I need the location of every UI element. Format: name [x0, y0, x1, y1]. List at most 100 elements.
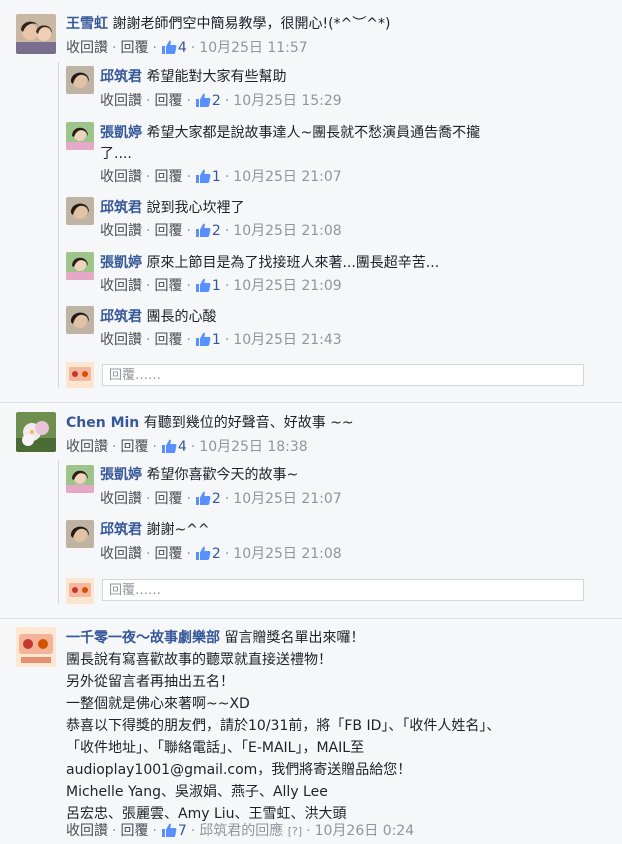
thumbs-up-icon[interactable]	[195, 277, 211, 293]
reply-author[interactable]: 張凱婷	[100, 125, 142, 141]
thumbs-up-icon[interactable]	[195, 545, 211, 561]
reply-link[interactable]: 回覆	[154, 546, 182, 562]
thumbs-up-icon[interactable]	[195, 331, 211, 347]
thumbs-up-icon[interactable]	[195, 222, 211, 238]
reply-body: 張凱婷 希望大家都是說故事達人~團長就不愁演員通告喬不攏	[100, 124, 480, 142]
timestamp[interactable]: 10月25日 11:57	[199, 40, 307, 56]
unlike-link[interactable]: 收回讚	[66, 40, 108, 56]
timestamp[interactable]: 10月25日 21:08	[233, 223, 341, 239]
unlike-link[interactable]: 收回讚	[100, 332, 142, 348]
like-count[interactable]: 7	[178, 823, 187, 839]
timestamp[interactable]: 10月25日 21:43	[233, 332, 341, 348]
avatar-chen-min[interactable]	[16, 412, 56, 452]
avatar-qiu-zhujun[interactable]	[66, 197, 94, 225]
comment-text-line: 一整個就是佛心來著啊~~XD	[66, 696, 250, 712]
reply-text-continued: 了....	[100, 146, 132, 162]
avatar-qiu-zhujun[interactable]	[66, 306, 94, 334]
unlike-link[interactable]: 收回讚	[100, 93, 142, 109]
reply-link[interactable]: 回覆	[120, 40, 148, 56]
timestamp[interactable]: 10月26日 0:24	[315, 823, 415, 839]
like-count[interactable]: 2	[212, 223, 221, 239]
reply-link[interactable]: 回覆	[154, 223, 182, 239]
reply-body: 邱筑君 希望能對大家有些幫助	[100, 68, 286, 86]
like-count[interactable]: 4	[178, 439, 187, 455]
reply-link[interactable]: 回覆	[154, 93, 182, 109]
thumbs-up-icon[interactable]	[195, 92, 211, 108]
reply-link[interactable]: 回覆	[120, 823, 148, 839]
timestamp[interactable]: 10月25日 18:38	[199, 439, 307, 455]
timestamp[interactable]: 10月25日 21:07	[233, 491, 341, 507]
thumbs-up-icon[interactable]	[161, 438, 177, 454]
comment-author[interactable]: 一千零一夜～故事劇樂部	[66, 630, 220, 646]
comment-text: 謝謝老師們空中簡易教學，很開心!(*^︶^*)	[112, 16, 391, 32]
reply-input[interactable]: 回覆……	[102, 364, 584, 386]
timestamp[interactable]: 10月25日 15:29	[233, 93, 341, 109]
comment-text-line: 另外從留言者再抽出五名！	[66, 674, 234, 690]
timestamp[interactable]: 10月25日 21:08	[233, 546, 341, 562]
reply-text: 希望大家都是說故事達人~團長就不愁演員通告喬不攏	[146, 125, 481, 141]
comment-author[interactable]: 王雪虹	[66, 16, 108, 32]
reply-link[interactable]: 回覆	[120, 439, 148, 455]
unlike-link[interactable]: 收回讚	[100, 223, 142, 239]
reply-author[interactable]: 張凱婷	[100, 255, 142, 271]
like-count[interactable]: 2	[212, 546, 221, 562]
like-count[interactable]: 2	[212, 491, 221, 507]
avatar-1001-nights-story-club[interactable]	[16, 627, 56, 667]
reply-text: 原來上節目是為了找接班人來著...團長超辛苦...	[146, 255, 440, 271]
reply-author[interactable]: 張凱婷	[100, 467, 142, 483]
thumbs-up-icon[interactable]	[195, 490, 211, 506]
unlike-link[interactable]: 收回讚	[100, 278, 142, 294]
reply-author[interactable]: 邱筑君	[100, 522, 142, 538]
avatar-zhang-kaiting[interactable]	[66, 465, 94, 493]
reply-author[interactable]: 邱筑君	[100, 309, 142, 325]
comment-actions: 收回讚 · 回覆 · 4 · 10月25日 11:57	[66, 39, 308, 56]
timestamp[interactable]: 10月25日 21:09	[233, 278, 341, 294]
timestamp[interactable]: 10月25日 21:07	[233, 169, 341, 185]
avatar-zhang-kaiting[interactable]	[66, 122, 94, 150]
avatar-wang-xuehong[interactable]	[16, 14, 56, 54]
avatar-qiu-zhujun[interactable]	[66, 520, 94, 548]
avatar-qiu-zhujun[interactable]	[66, 66, 94, 94]
reply-body: 張凱婷 原來上節目是為了找接班人來著...團長超辛苦...	[100, 254, 439, 272]
like-count[interactable]: 1	[212, 332, 221, 348]
comment-body-first-line: 一千零一夜～故事劇樂部 留言贈獎名單出來囉！	[66, 628, 364, 648]
unlike-link[interactable]: 收回讚	[100, 546, 142, 562]
reply-text: 說到我心坎裡了	[146, 200, 245, 216]
reply-actions: 收回讚 · 回覆 · 2 · 10月25日 21:08	[100, 222, 342, 239]
reply-link[interactable]: 回覆	[154, 491, 182, 507]
reply-link[interactable]: 回覆	[154, 278, 182, 294]
like-count[interactable]: 1	[212, 278, 221, 294]
avatar-zhang-kaiting[interactable]	[66, 252, 94, 280]
comment-text-line: 呂宏忠、張麗雲、Amy Liu、王雪虹、洪大頭	[66, 806, 347, 822]
reply-input[interactable]: 回覆……	[102, 579, 584, 601]
reply-author[interactable]: 邱筑君	[100, 69, 142, 85]
page-avatar-small	[66, 578, 94, 604]
reply-text: 謝謝~^^	[146, 522, 210, 538]
reply-rail	[58, 62, 59, 388]
help-link[interactable]: [?]	[288, 825, 302, 838]
thumbs-up-icon[interactable]	[161, 39, 177, 55]
comment-author[interactable]: Chen Min	[66, 415, 139, 431]
comment-text-line: Michelle Yang、吳淑娟、燕子、Ally Lee	[66, 784, 328, 800]
reply-body: 張凱婷 希望你喜歡今天的故事~	[100, 466, 298, 484]
reply-actions: 收回讚 · 回覆 · 2 · 10月25日 15:29	[100, 92, 342, 109]
thumbs-up-icon[interactable]	[195, 168, 211, 184]
comment-text: 有聽到幾位的好聲音、好故事 ~~	[143, 415, 354, 431]
unlike-link[interactable]: 收回讚	[66, 439, 108, 455]
reply-link[interactable]: 回覆	[154, 169, 182, 185]
reply-text: 團長的心酸	[146, 309, 217, 325]
thread-divider	[0, 618, 622, 619]
page-avatar-small	[66, 362, 94, 388]
like-count[interactable]: 2	[212, 93, 221, 109]
like-count[interactable]: 1	[212, 169, 221, 185]
thumbs-up-icon[interactable]	[161, 822, 177, 838]
reply-actions: 收回讚 · 回覆 · 2 · 10月25日 21:08	[100, 545, 342, 562]
reply-author[interactable]: 邱筑君	[100, 200, 142, 216]
unlike-link[interactable]: 收回讚	[100, 491, 142, 507]
unlike-link[interactable]: 收回讚	[100, 169, 142, 185]
reply-link[interactable]: 回覆	[154, 332, 182, 348]
reply-rail	[58, 460, 59, 604]
unlike-link[interactable]: 收回讚	[66, 823, 108, 839]
like-count[interactable]: 4	[178, 40, 187, 56]
replied-by-link[interactable]: 邱筑君的回應	[199, 823, 283, 839]
